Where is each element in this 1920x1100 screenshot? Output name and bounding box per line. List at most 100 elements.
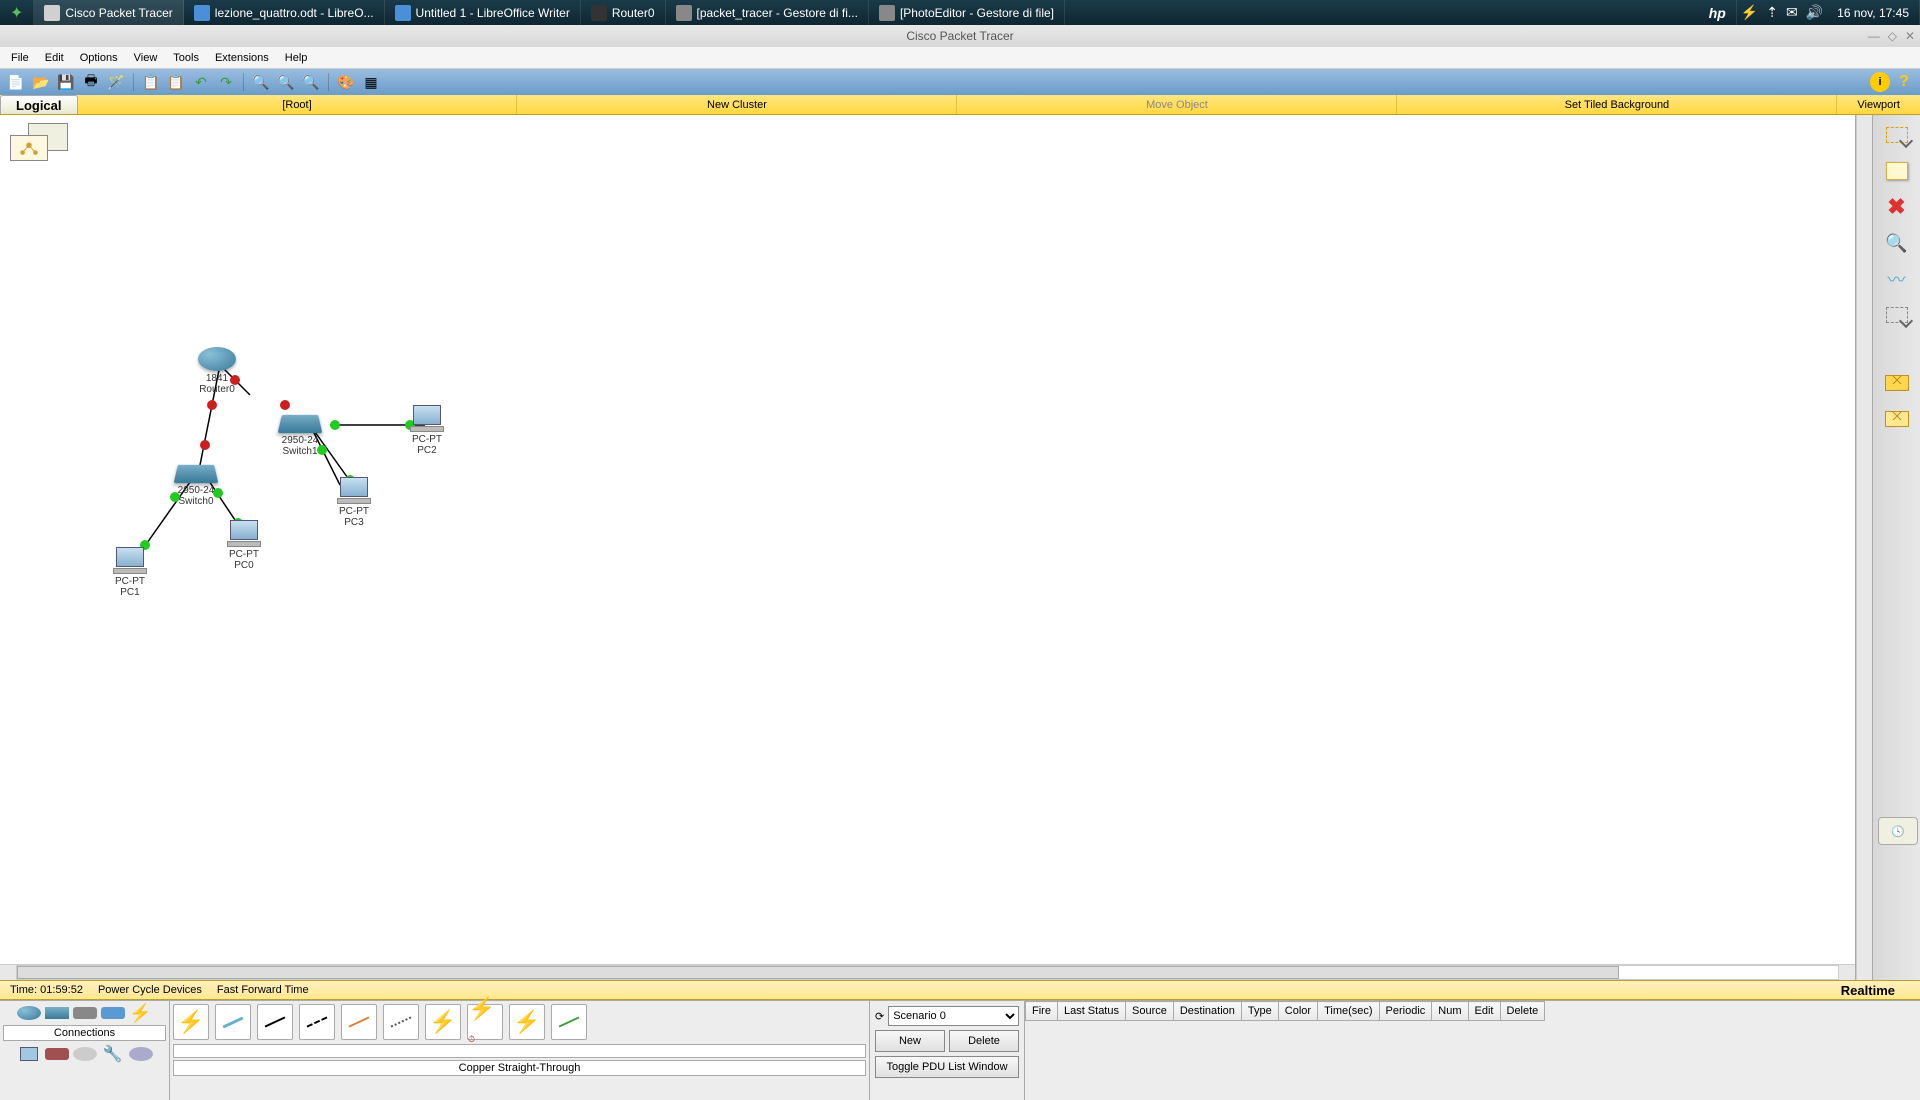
place-note-tool[interactable]	[1882, 159, 1912, 183]
cat-multiuser[interactable]	[129, 1045, 153, 1063]
device-dialog-button[interactable]: ▦	[360, 71, 382, 93]
cycle-scenario-icon[interactable]: ⟳	[875, 1010, 884, 1023]
drawing-tool[interactable]: 〰	[1882, 267, 1912, 291]
device-pc3[interactable]: PC-PT PC3	[337, 477, 371, 528]
device-switch0[interactable]: 2950-24 Switch0	[176, 463, 216, 507]
cable-fiber[interactable]	[341, 1004, 377, 1040]
power-icon[interactable]: ⚡	[1737, 4, 1762, 21]
fast-forward-button[interactable]: Fast Forward Time	[217, 984, 309, 996]
pdu-col-destination[interactable]: Destination	[1173, 1002, 1241, 1021]
zoom-reset-button[interactable]: 🔍	[275, 71, 297, 93]
viewport-button[interactable]: Viewport	[1837, 95, 1920, 114]
mail-icon[interactable]: ✉	[1782, 4, 1802, 21]
cable-console[interactable]	[215, 1004, 251, 1040]
cat-security[interactable]	[45, 1045, 69, 1063]
pdu-col-periodic[interactable]: Periodic	[1379, 1002, 1432, 1021]
device-pc0[interactable]: PC-PT PC0	[227, 520, 261, 571]
cable-crossover[interactable]	[299, 1004, 335, 1040]
pdu-col-time[interactable]: Time(sec)	[1318, 1002, 1379, 1021]
vertical-scrollbar[interactable]	[1856, 115, 1872, 980]
pdu-col-type[interactable]: Type	[1241, 1002, 1278, 1021]
wizard-button[interactable]: 🪄	[105, 71, 127, 93]
task-filemanager-2[interactable]: [PhotoEditor - Gestore di file]	[869, 0, 1065, 25]
task-libreoffice-2[interactable]: Untitled 1 - LibreOffice Writer	[385, 0, 581, 25]
cable-phone[interactable]	[383, 1004, 419, 1040]
cable-serial-dce[interactable]: ⚡⏱	[467, 1004, 503, 1040]
menu-extensions[interactable]: Extensions	[207, 50, 277, 66]
paste-button[interactable]: 📋	[165, 71, 187, 93]
close-button[interactable]: ✕	[1905, 29, 1915, 43]
cat-routers[interactable]	[17, 1004, 41, 1022]
menu-help[interactable]: Help	[277, 50, 316, 66]
move-object-button[interactable]: Move Object	[957, 95, 1397, 114]
resize-tool[interactable]	[1882, 303, 1912, 327]
clock[interactable]: 16 nov, 17:45	[1827, 0, 1920, 25]
cable-auto[interactable]: ⚡	[173, 1004, 209, 1040]
device-router0[interactable]: 1841 Router0	[198, 347, 236, 395]
info-button[interactable]: i	[1870, 72, 1890, 92]
save-button[interactable]: 💾	[55, 71, 77, 93]
cable-straight[interactable]	[257, 1004, 293, 1040]
cat-wan[interactable]	[73, 1045, 97, 1063]
maximize-button[interactable]: ◇	[1888, 29, 1897, 43]
cat-connections[interactable]: ⚡	[129, 1004, 153, 1022]
cat-hubs[interactable]	[73, 1004, 97, 1022]
print-button[interactable]: 🖶	[80, 71, 102, 93]
pdu-col-source[interactable]: Source	[1126, 1002, 1174, 1021]
pdu-col-fire[interactable]: Fire	[1026, 1002, 1058, 1021]
horizontal-scrollbar[interactable]	[0, 964, 1855, 980]
task-filemanager-1[interactable]: [packet_tracer - Gestore di fi...	[666, 0, 869, 25]
scenario-select[interactable]: Scenario 0	[888, 1006, 1019, 1026]
simulation-toggle[interactable]: 🕓	[1878, 817, 1918, 845]
logical-tab[interactable]: Logical	[0, 95, 78, 114]
add-simple-pdu[interactable]	[1882, 371, 1912, 395]
new-file-button[interactable]: 📄	[5, 71, 27, 93]
select-tool[interactable]	[1882, 123, 1912, 147]
minimize-button[interactable]: —	[1868, 29, 1880, 43]
set-tiled-bg-button[interactable]: Set Tiled Background	[1397, 95, 1837, 114]
device-switch1[interactable]: 2950-24 Switch1	[280, 413, 320, 457]
pdu-col-color[interactable]: Color	[1278, 1002, 1317, 1021]
cable-coax[interactable]: ⚡	[425, 1004, 461, 1040]
cluster-nav-icon[interactable]	[10, 123, 68, 161]
start-menu[interactable]: ✦	[0, 0, 34, 25]
toggle-pdu-list-button[interactable]: Toggle PDU List Window	[875, 1056, 1019, 1078]
copy-button[interactable]: 📋	[140, 71, 162, 93]
inspect-tool[interactable]: 🔍	[1882, 231, 1912, 255]
undo-button[interactable]: ↶	[190, 71, 212, 93]
pdu-col-last-status[interactable]: Last Status	[1057, 1002, 1125, 1021]
cable-serial-dte[interactable]: ⚡	[509, 1004, 545, 1040]
topology-canvas[interactable]: 1841 Router0 2950-24 Switch1 2950-24 Swi…	[0, 115, 1855, 980]
menu-view[interactable]: View	[126, 50, 166, 66]
root-nav[interactable]: [Root]	[78, 95, 518, 114]
cat-custom[interactable]: 🔧	[101, 1045, 125, 1063]
task-router0[interactable]: Router0	[581, 0, 666, 25]
updates-icon[interactable]: ⇡	[1762, 4, 1782, 21]
cat-switches[interactable]	[45, 1004, 69, 1022]
device-pc2[interactable]: PC-PT PC2	[410, 405, 444, 456]
menu-options[interactable]: Options	[72, 50, 126, 66]
pdu-col-edit[interactable]: Edit	[1468, 1002, 1500, 1021]
menu-file[interactable]: File	[3, 50, 37, 66]
power-cycle-button[interactable]: Power Cycle Devices	[98, 984, 202, 996]
pdu-col-num[interactable]: Num	[1432, 1002, 1468, 1021]
menu-tools[interactable]: Tools	[165, 50, 207, 66]
task-libreoffice-1[interactable]: lezione_quattro.odt - LibreO...	[184, 0, 385, 25]
add-complex-pdu[interactable]	[1882, 407, 1912, 431]
delete-tool[interactable]: ✖	[1882, 195, 1912, 219]
palette-button[interactable]: 🎨	[335, 71, 357, 93]
device-pc1[interactable]: PC-PT PC1	[113, 547, 147, 598]
zoom-out-button[interactable]: 🔍	[300, 71, 322, 93]
menu-edit[interactable]: Edit	[37, 50, 72, 66]
redo-button[interactable]: ↷	[215, 71, 237, 93]
cable-scrollbar[interactable]	[173, 1044, 866, 1058]
cat-wireless[interactable]	[101, 1004, 125, 1022]
pdu-col-delete[interactable]: Delete	[1500, 1002, 1545, 1021]
scenario-delete-button[interactable]: Delete	[949, 1030, 1019, 1052]
scenario-new-button[interactable]: New	[875, 1030, 945, 1052]
help-button[interactable]: ?	[1893, 71, 1915, 93]
cable-octal[interactable]	[551, 1004, 587, 1040]
task-packet-tracer[interactable]: Cisco Packet Tracer	[34, 0, 183, 25]
open-file-button[interactable]: 📂	[30, 71, 52, 93]
cat-end-devices[interactable]	[17, 1045, 41, 1063]
